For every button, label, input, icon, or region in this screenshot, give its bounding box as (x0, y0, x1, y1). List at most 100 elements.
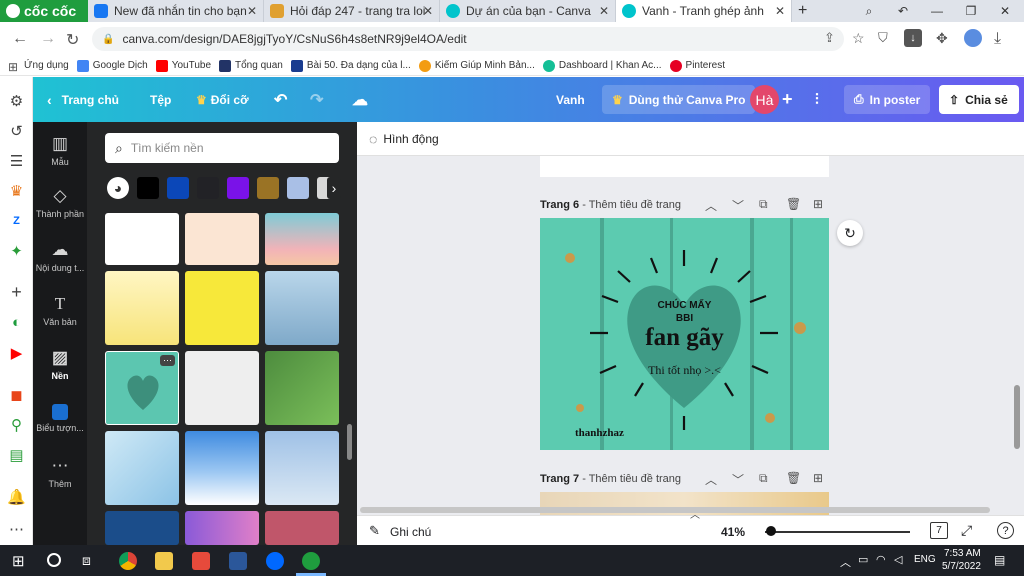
browser-logo[interactable]: cốc cốc (0, 0, 88, 22)
avatar[interactable]: Hà (750, 85, 779, 114)
undo-icon[interactable]: ↶ (274, 77, 287, 122)
bookmark-translate[interactable]: Google Dịch (76, 59, 148, 72)
share-button[interactable]: ⇧ Chia sẻ (939, 85, 1019, 114)
bell-icon[interactable]: 🔔 (7, 487, 26, 506)
add-member-icon[interactable]: + (782, 77, 793, 122)
sheet-icon[interactable]: ▤ (7, 445, 26, 464)
clock-time[interactable]: 7:53 AM (944, 548, 981, 559)
list-icon[interactable]: ☰ (7, 151, 26, 170)
nav-templates[interactable]: ▥ Mẫu (33, 134, 87, 167)
design-signature[interactable]: thanhzhaz (575, 427, 624, 439)
bookmark-star-icon[interactable]: ☆ (852, 30, 865, 47)
tab-1[interactable]: New đã nhắn tin cho bạn ✕ (88, 0, 264, 22)
color-swatch[interactable] (257, 177, 279, 199)
fullscreen-icon[interactable]: ⤢ (961, 522, 972, 539)
file-explorer-icon[interactable] (155, 552, 173, 570)
background-thumb[interactable] (265, 431, 339, 505)
background-thumb[interactable] (185, 431, 259, 505)
design-line2[interactable]: BBI (540, 313, 829, 324)
battery-icon[interactable]: ▭ (858, 553, 868, 566)
close-icon[interactable]: ✕ (247, 4, 257, 18)
clock-date[interactable]: 5/7/2022 (942, 561, 981, 572)
background-thumb[interactable] (185, 511, 259, 545)
zoom-level[interactable]: 41% (721, 525, 745, 539)
page-count[interactable]: 7 (930, 522, 948, 539)
bookmark-khan[interactable]: Dashboard | Khan Ac... (542, 59, 662, 72)
redo-icon[interactable]: ↷ (310, 77, 323, 122)
chrome-icon[interactable] (119, 552, 137, 570)
color-swatch[interactable] (137, 177, 159, 199)
app-icon[interactable] (192, 552, 210, 570)
notification-icon[interactable]: ▤ (994, 553, 1005, 567)
more-icon[interactable]: ⋯ (7, 519, 26, 538)
background-thumb[interactable] (185, 271, 259, 345)
zalo-icon[interactable]: Z (7, 211, 26, 230)
tab-2[interactable]: Hỏi đáp 247 - trang tra loi ✕ (264, 0, 440, 22)
nav-text[interactable]: T Văn bản (33, 294, 87, 327)
download-tray-icon[interactable]: ⤓ (994, 30, 1001, 48)
add-page-icon[interactable]: ⊞ (813, 197, 823, 211)
bookmark-apps[interactable]: ⊞ Ứng dụng (8, 60, 69, 74)
background-thumb[interactable] (105, 431, 179, 505)
new-tab-button[interactable]: + (792, 0, 816, 22)
trash-icon[interactable]: 🗑 (786, 197, 801, 211)
background-thumb-selected[interactable]: ⋯ (105, 351, 179, 425)
chevron-up-icon[interactable]: ︿ (705, 197, 717, 214)
file-menu[interactable]: Tệp (150, 77, 171, 122)
reload-icon[interactable]: ↻ (66, 30, 79, 50)
panel-scrollbar[interactable] (347, 424, 352, 460)
nav-uploads[interactable]: ☁ Nội dung t... (33, 240, 87, 273)
nav-background[interactable]: ▨ Nền (33, 348, 87, 381)
shopee-icon[interactable]: ◼ (7, 385, 26, 404)
background-thumb[interactable] (105, 511, 179, 545)
bookmark-youtube[interactable]: YouTube (155, 59, 211, 72)
bookmark-lesson[interactable]: Bài 50. Đa dạng của l... (290, 59, 411, 72)
color-swatch[interactable] (227, 177, 249, 199)
comment-icon[interactable]: ↻ (837, 220, 863, 246)
bookmark-help[interactable]: Kiếm Giúp Minh Bản... (418, 59, 535, 72)
close-icon[interactable]: ✕ (423, 4, 433, 18)
vertical-scrollbar[interactable] (1014, 385, 1020, 449)
horizontal-scrollbar[interactable] (360, 507, 990, 513)
design-headline[interactable]: fan gãy (540, 324, 829, 352)
settings-icon[interactable]: ⚙ (7, 91, 26, 110)
chevron-up-icon[interactable]: ︿ (705, 471, 717, 488)
color-swatch[interactable] (167, 177, 189, 199)
profile-avatar[interactable] (964, 29, 982, 47)
nav-logos[interactable]: Biểu tượn... (33, 402, 87, 433)
zoom-slider-knob[interactable] (766, 526, 776, 536)
crown-icon[interactable]: ♛ (7, 181, 26, 200)
background-search-input[interactable]: ⌕ Tìm kiếm nền (105, 133, 339, 163)
volume-icon[interactable]: ◁ (894, 553, 902, 566)
background-thumb[interactable] (265, 351, 339, 425)
add-icon[interactable]: + (7, 282, 26, 302)
shield-icon[interactable]: ⛉ (878, 30, 888, 46)
background-thumb[interactable] (265, 213, 339, 265)
background-thumb[interactable] (185, 213, 259, 265)
color-swatch[interactable] (197, 177, 219, 199)
zoom-slider[interactable] (765, 531, 910, 533)
color-swatch[interactable] (287, 177, 309, 199)
chevron-up-icon[interactable]: ︿ (840, 554, 851, 570)
minimize-button[interactable]: — (920, 0, 954, 22)
url-field[interactable]: 🔒 canva.com/design/DAE8jgjTyoY/CsNuS6h4s… (92, 27, 844, 51)
background-thumb[interactable] (105, 271, 179, 345)
tab-3[interactable]: Dự án của bạn - Canva ✕ (440, 0, 616, 22)
youtube-icon[interactable]: ▶ (7, 343, 26, 362)
map-icon[interactable]: ⚲ (7, 415, 26, 434)
game-icon[interactable]: ✦ (7, 241, 26, 260)
back-icon[interactable]: ← (12, 30, 28, 48)
design-page-6[interactable]: CHÚC MẤY BBI fan gãy Thi tốt nhọ >.< tha… (540, 218, 829, 450)
palette-icon[interactable]: ◕ (107, 177, 129, 199)
restore-button[interactable]: ❐ (954, 0, 988, 22)
design-line1[interactable]: CHÚC MẤY (540, 300, 829, 311)
chevron-right-icon[interactable]: › (327, 177, 341, 199)
close-icon[interactable]: ✕ (775, 4, 785, 18)
share-icon[interactable]: ⇪ (824, 30, 835, 46)
cloud-save-icon[interactable]: ☁ (352, 77, 368, 122)
language-indicator[interactable]: ENG (914, 554, 936, 565)
try-pro-button[interactable]: ♛ Dùng thử Canva Pro (602, 85, 756, 114)
resize-button[interactable]: ♛ Đổi cỡ (196, 77, 249, 122)
close-icon[interactable]: ✕ (599, 4, 609, 18)
help-icon[interactable]: ? (997, 522, 1014, 539)
